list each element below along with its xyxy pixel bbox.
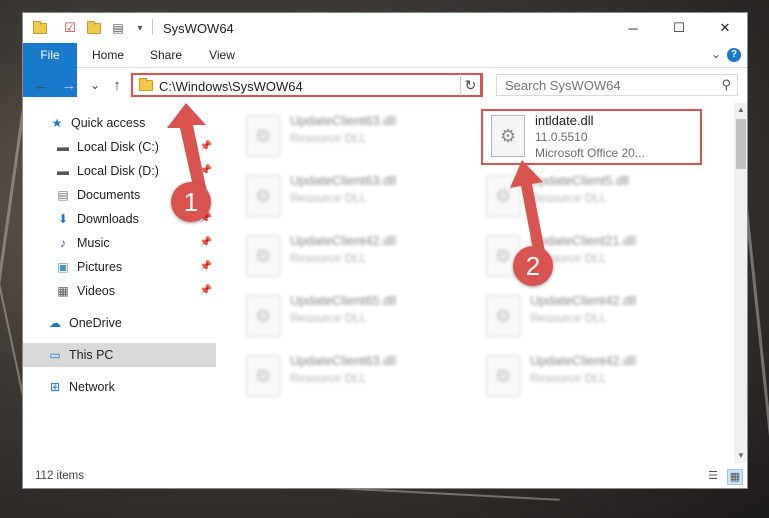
- annotation-arrows: [167, 103, 546, 260]
- arrow-2-icon: [510, 160, 546, 260]
- step-2-badge: 2: [513, 246, 553, 286]
- step-1-badge: 1: [171, 182, 211, 222]
